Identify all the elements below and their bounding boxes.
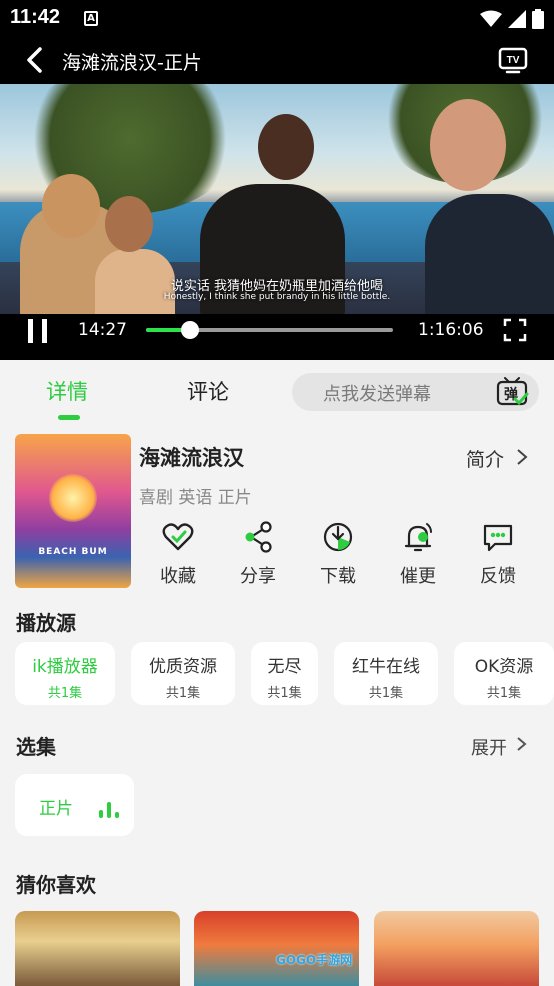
danmu-icon[interactable]: 弹 [495, 374, 529, 408]
duration: 1:16:06 [418, 320, 484, 340]
sources-title: 播放源 [16, 611, 76, 635]
poster-image[interactable]: BEACH BUM [15, 434, 131, 588]
source-name: 无尽 [267, 657, 302, 677]
pause-icon[interactable] [28, 319, 50, 343]
svg-text:TV: TV [507, 55, 520, 66]
scene-head-1 [42, 174, 100, 238]
chevron-right-icon[interactable] [516, 735, 528, 753]
progress-knob[interactable] [180, 321, 199, 339]
source-count: 共1集 [165, 686, 201, 701]
scene-head-4 [430, 99, 506, 191]
tab-comments[interactable]: 评论 [187, 376, 229, 406]
movie-meta: 喜剧 英语 正片 [139, 488, 252, 508]
fullscreen-icon[interactable] [503, 318, 527, 342]
tab-details[interactable]: 详情 [46, 376, 88, 406]
source-count: 共1集 [368, 686, 404, 701]
source-item[interactable]: ik播放器 共1集 [15, 642, 115, 705]
recommend-thumb-3[interactable] [374, 911, 539, 986]
recommend-title: 猜你喜欢 [16, 873, 96, 897]
expand-link[interactable]: 展开 [471, 734, 507, 760]
episode-item[interactable]: 正片 [15, 774, 134, 836]
download-label: 下载 [320, 566, 356, 587]
poster-sun [49, 474, 97, 522]
source-name: 红牛在线 [352, 657, 420, 677]
remind-label: 催更 [400, 566, 436, 587]
poster-title: BEACH BUM [38, 547, 108, 557]
episodes-title: 选集 [16, 735, 56, 759]
chevron-right-icon[interactable] [515, 448, 529, 466]
heart-icon [162, 523, 194, 551]
scene-head-2 [105, 196, 153, 252]
favorite-label: 收藏 [160, 566, 196, 587]
title-bar: 海滩流浪汉-正片 TV [0, 36, 554, 84]
episode-label: 正片 [39, 799, 73, 819]
danmu-input[interactable]: 点我发送弹幕 弹 [292, 373, 539, 411]
tv-cast-icon[interactable]: TV [498, 44, 528, 74]
download-button[interactable]: 下载 [308, 520, 368, 590]
source-item[interactable]: 优质资源 共1集 [131, 642, 235, 705]
system-icons [480, 9, 544, 29]
source-count: 共1集 [486, 686, 522, 701]
watermark: GOGO手游网 [276, 953, 353, 967]
recommend-thumb-2[interactable]: GOGO手游网 [194, 911, 359, 986]
source-item[interactable]: 无尽 共1集 [251, 642, 318, 705]
signal-icon [508, 10, 526, 28]
favorite-button[interactable]: 收藏 [148, 520, 208, 590]
page-title: 海滩流浪汉-正片 [62, 52, 202, 74]
back-arrow-icon[interactable] [22, 46, 48, 74]
wifi-icon [480, 10, 502, 27]
share-icon [245, 521, 272, 553]
feedback-icon [483, 524, 513, 552]
remind-button[interactable]: 催更 [388, 520, 448, 590]
source-count: 共1集 [47, 686, 83, 701]
intro-link[interactable]: 简介 [466, 445, 504, 472]
status-time: 11:42 [10, 6, 61, 28]
movie-title: 海滩流浪汉 [139, 446, 244, 470]
share-button[interactable]: 分享 [228, 520, 288, 590]
source-count: 共1集 [267, 686, 302, 701]
progress-track[interactable] [146, 321, 393, 339]
feedback-label: 反馈 [480, 566, 516, 587]
source-name: ik播放器 [32, 657, 98, 677]
danmu-placeholder: 点我发送弹幕 [323, 384, 431, 405]
subtitle-english: Honestly, I think she put brandy in his … [163, 292, 391, 302]
source-list: ik播放器 共1集 优质资源 共1集 无尽 共1集 红牛在线 共1集 OK资源 … [15, 642, 554, 706]
notification-icon: A [84, 11, 98, 26]
download-icon [323, 522, 353, 552]
source-item[interactable]: 红牛在线 共1集 [334, 642, 438, 705]
player-controls: 14:27 1:16:06 [0, 314, 554, 360]
current-time: 14:27 [78, 320, 127, 340]
scene-head-3 [258, 114, 314, 180]
battery-icon [532, 9, 544, 29]
source-name: 优质资源 [149, 657, 217, 677]
share-label: 分享 [240, 566, 276, 587]
video-frame[interactable]: 说实话 我猜他妈在奶瓶里加酒给他喝 Honestly, I think she … [0, 84, 554, 314]
status-bar: 11:42 A [0, 0, 554, 36]
bell-icon [404, 523, 432, 552]
recommend-thumb-1[interactable] [15, 911, 180, 986]
feedback-button[interactable]: 反馈 [468, 520, 528, 590]
tab-active-indicator [58, 415, 80, 420]
source-name: OK资源 [474, 657, 534, 677]
source-item[interactable]: OK资源 共1集 [454, 642, 554, 705]
playing-bars-icon [99, 802, 119, 818]
